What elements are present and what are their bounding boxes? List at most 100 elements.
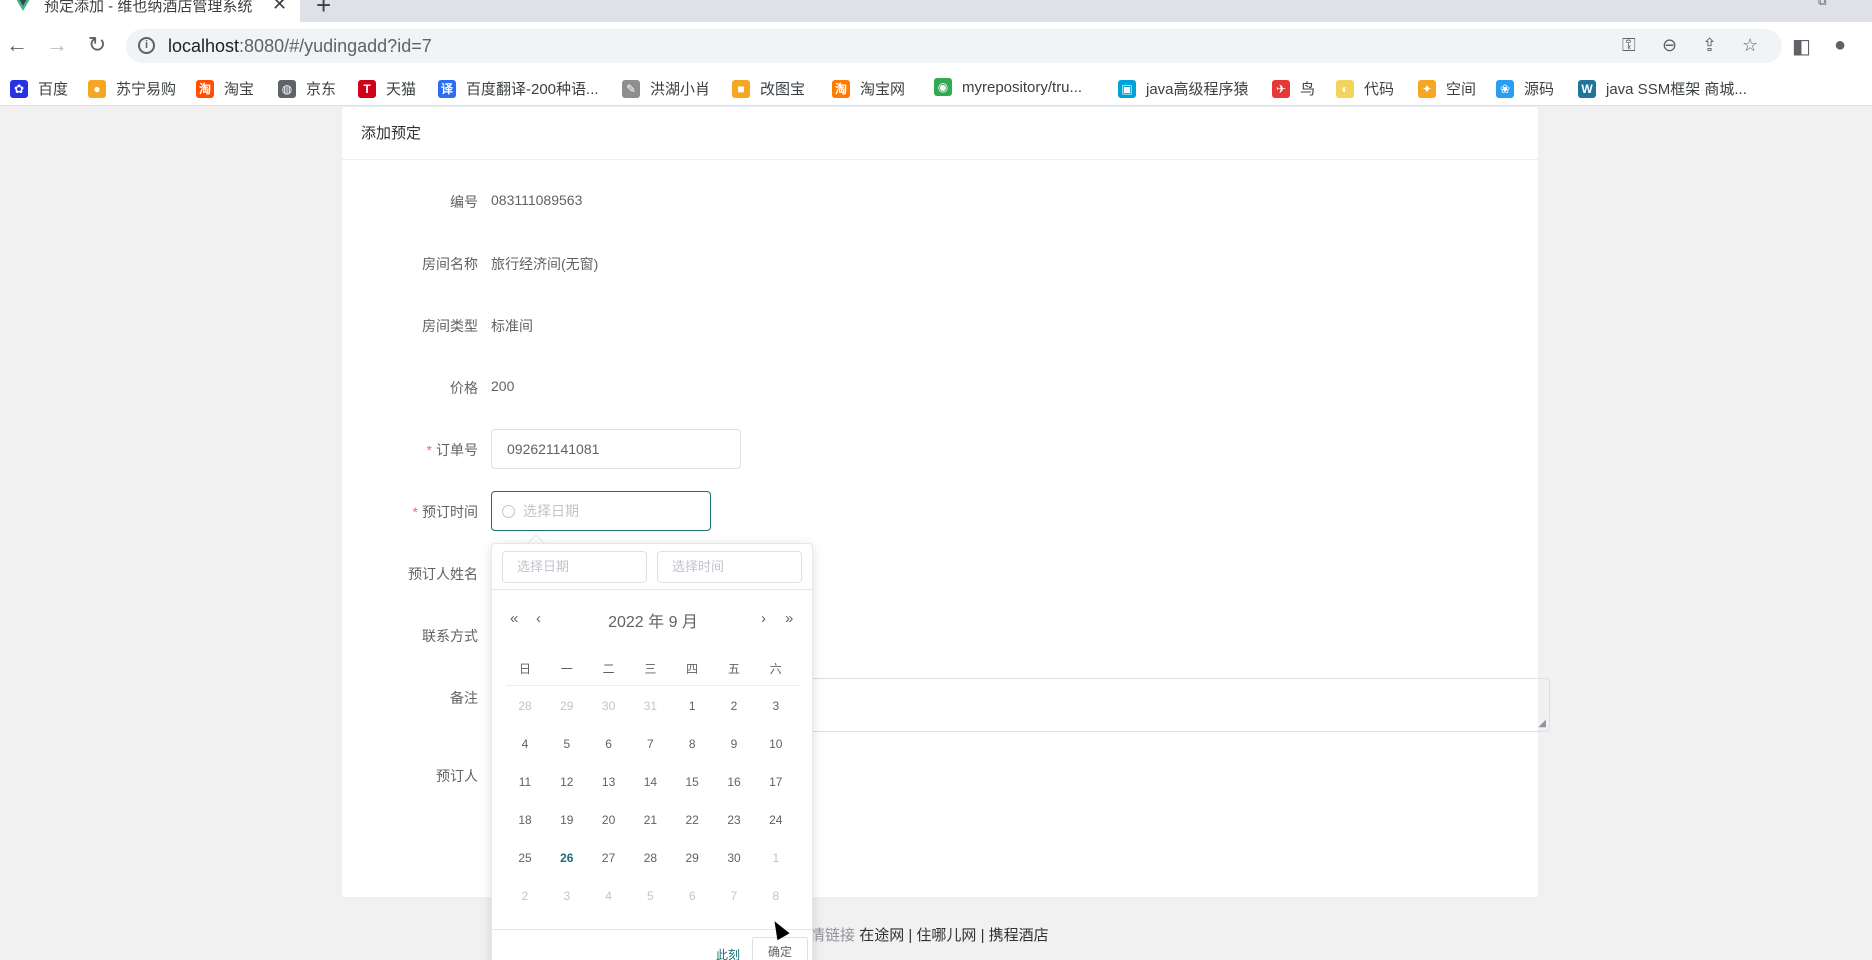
- room-type-label: 房间类型: [422, 318, 478, 334]
- star-icon[interactable]: ☆: [1742, 35, 1758, 56]
- day-cell[interactable]: 4: [588, 889, 630, 903]
- bookmark-item[interactable]: ◍ 京东: [278, 78, 336, 99]
- bookmark-item[interactable]: 译百度翻译-200种语...: [438, 78, 599, 99]
- day-cell[interactable]: 21: [629, 813, 671, 827]
- day-cell[interactable]: 20: [588, 813, 630, 827]
- day-cell[interactable]: 25: [504, 851, 546, 865]
- zoom-out-icon[interactable]: ⊖: [1662, 35, 1677, 56]
- bookmark-item[interactable]: ◉ myrepository/tru...: [934, 78, 1082, 96]
- address-bar[interactable]: i localhost:8080/#/yudingadd?id=7 ⚿ ⊖ ⇪ …: [126, 29, 1782, 63]
- bookmark-item[interactable]: ■ 改图宝: [732, 78, 805, 99]
- reload-icon[interactable]: ↻: [84, 32, 110, 58]
- day-cell[interactable]: 13: [588, 775, 630, 789]
- day-cell[interactable]: 27: [588, 851, 630, 865]
- bookmark-label: 空间: [1446, 81, 1477, 98]
- day-cell[interactable]: 22: [671, 813, 713, 827]
- vue-logo-icon: [16, 0, 30, 11]
- day-cell[interactable]: 6: [671, 889, 713, 903]
- day-cell[interactable]: 11: [504, 775, 546, 789]
- day-cell[interactable]: 10: [755, 737, 797, 751]
- friend-links-list[interactable]: 在途网 | 住哪儿网 | 携程酒店: [859, 927, 1048, 944]
- new-tab-icon[interactable]: +: [316, 0, 331, 21]
- day-cell[interactable]: 1: [671, 699, 713, 713]
- bookmark-item[interactable]: ● 苏宁易购: [88, 78, 176, 99]
- tab-close-icon[interactable]: ✕: [272, 0, 287, 15]
- day-cell[interactable]: 3: [546, 889, 588, 903]
- day-cell[interactable]: 15: [671, 775, 713, 789]
- contact-label: 联系方式: [422, 628, 478, 644]
- booking-time-placeholder: 选择日期: [523, 503, 579, 519]
- window-restore-icon[interactable]: ⧉: [1818, 0, 1827, 9]
- day-cell[interactable]: 28: [504, 699, 546, 713]
- site-info-icon[interactable]: i: [138, 37, 155, 54]
- next-year-icon[interactable]: »: [785, 610, 793, 627]
- bookmark-item[interactable]: ✎ 洪湖小肖: [622, 78, 710, 99]
- day-cell[interactable]: 8: [755, 889, 797, 903]
- back-arrow-icon[interactable]: ←: [4, 32, 30, 58]
- bookmark-item[interactable]: T 天猫: [358, 78, 416, 99]
- bookmark-favicon-icon: ■: [732, 79, 750, 98]
- bookmark-favicon-icon: ✿: [10, 79, 28, 98]
- side-panel-icon[interactable]: ◧: [1792, 34, 1811, 59]
- bookmark-item[interactable]: ❀ 源码: [1496, 78, 1554, 99]
- day-cell[interactable]: 7: [629, 737, 671, 751]
- picker-date-input[interactable]: 选择日期: [502, 551, 647, 583]
- day-cell[interactable]: 9: [713, 737, 755, 751]
- day-cell[interactable]: 8: [671, 737, 713, 751]
- day-cell[interactable]: 16: [713, 775, 755, 789]
- day-cell[interactable]: 30: [588, 699, 630, 713]
- day-cell[interactable]: 12: [546, 775, 588, 789]
- bookmark-item[interactable]: ✦ 空间: [1418, 78, 1476, 99]
- address-url[interactable]: localhost:8080/#/yudingadd?id=7: [168, 36, 432, 57]
- day-cell[interactable]: 4: [504, 737, 546, 751]
- day-cell[interactable]: 30: [713, 851, 755, 865]
- day-cell-today[interactable]: 26: [546, 851, 588, 865]
- bookmark-item[interactable]: ✈ 鸟: [1272, 78, 1315, 99]
- day-cell[interactable]: 5: [546, 737, 588, 751]
- day-cell[interactable]: 2: [713, 699, 755, 713]
- day-cell[interactable]: 5: [629, 889, 671, 903]
- bookmark-label: 洪湖小肖: [650, 81, 711, 98]
- day-cell[interactable]: 19: [546, 813, 588, 827]
- next-month-icon[interactable]: ›: [761, 610, 766, 627]
- day-cell[interactable]: 3: [755, 699, 797, 713]
- bookmark-item[interactable]: ◐ 代码: [1336, 78, 1394, 99]
- key-icon[interactable]: ⚿: [1622, 35, 1636, 56]
- bookmark-label: 源码: [1524, 81, 1555, 98]
- now-button[interactable]: 此刻: [716, 946, 740, 960]
- day-cell[interactable]: 29: [546, 699, 588, 713]
- weekday-label: 六: [769, 662, 782, 676]
- forward-arrow-icon[interactable]: →: [44, 32, 70, 58]
- day-cell[interactable]: 6: [588, 737, 630, 751]
- booking-time-input[interactable]: 选择日期: [491, 491, 711, 531]
- day-cell[interactable]: 7: [713, 889, 755, 903]
- bookmark-item[interactable]: ▣ java高级程序猿: [1118, 78, 1249, 99]
- bookmark-item[interactable]: 淘淘宝网: [832, 78, 905, 99]
- day-cell[interactable]: 23: [713, 813, 755, 827]
- share-icon[interactable]: ⇪: [1702, 35, 1717, 56]
- bookmark-label: 苏宁易购: [116, 81, 177, 98]
- picker-time-input[interactable]: 选择时间: [657, 551, 802, 583]
- day-cell[interactable]: 14: [629, 775, 671, 789]
- day-cell[interactable]: 2: [504, 889, 546, 903]
- bookmark-favicon-icon: 译: [438, 79, 456, 98]
- browser-tab-active[interactable]: 预定添加 - 维也纳酒店管理系统 ✕: [0, 0, 300, 22]
- order-number-input[interactable]: 092621141081: [491, 429, 741, 469]
- weekday-label: 三: [644, 662, 657, 676]
- day-cell[interactable]: 28: [629, 851, 671, 865]
- day-cell[interactable]: 17: [755, 775, 797, 789]
- day-cell[interactable]: 31: [629, 699, 671, 713]
- day-cell[interactable]: 18: [504, 813, 546, 827]
- day-cell[interactable]: 1: [755, 851, 797, 865]
- profile-avatar-icon[interactable]: ●: [1834, 34, 1846, 57]
- resize-grip-icon[interactable]: ◢: [1538, 718, 1546, 729]
- day-cell[interactable]: 29: [671, 851, 713, 865]
- day-cell[interactable]: 24: [755, 813, 797, 827]
- bookmark-item[interactable]: Wjava SSM框架 商城...: [1578, 78, 1747, 99]
- bookmark-favicon-icon: ◉: [934, 78, 952, 96]
- bookmark-item[interactable]: 淘淘宝: [196, 78, 254, 99]
- bookmark-item[interactable]: ✿ 百度: [10, 78, 68, 99]
- confirm-button[interactable]: 确定: [752, 937, 808, 960]
- weekday-label: 二: [602, 662, 615, 676]
- bookmark-favicon-icon: ▣: [1118, 79, 1136, 98]
